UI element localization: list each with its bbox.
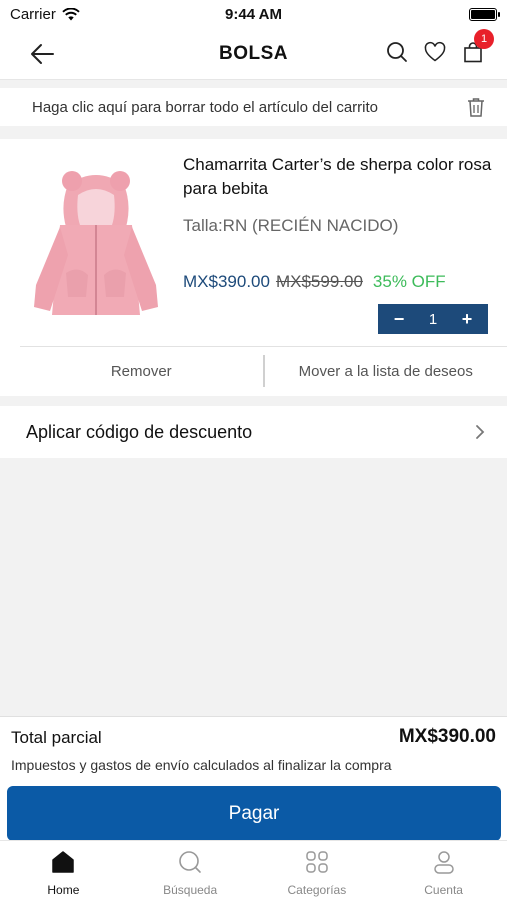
subtotal-value: MX$390.00 — [398, 726, 496, 747]
product-size: Talla:RN (RECIÉN NACIDO) — [183, 216, 399, 235]
search-icon[interactable] — [385, 40, 409, 64]
discount-code-row[interactable]: Aplicar código de descuento — [0, 406, 507, 458]
user-icon — [433, 851, 454, 874]
tab-bar: Home Búsqueda Categorías Cuenta — [0, 840, 507, 900]
wifi-icon — [62, 7, 80, 20]
tab-label: Categorías — [287, 883, 347, 897]
current-price: MX$390.00 — [183, 272, 270, 291]
tab-account[interactable]: Cuenta — [380, 841, 507, 900]
discount-badge: 35% OFF — [372, 272, 446, 291]
heart-icon[interactable] — [423, 40, 447, 64]
clear-cart-label: Haga clic aquí para borrar todo el artíc… — [32, 98, 379, 116]
page-title: BOLSA — [219, 42, 288, 64]
order-summary: Total parcial MX$390.00 Impuestos y gast… — [0, 716, 507, 841]
price-row: MX$390.00 MX$599.00 35% OFF — [183, 272, 446, 292]
tab-label: Cuenta — [424, 883, 463, 897]
discount-code-label: Aplicar código de descuento — [26, 421, 253, 442]
cart-button[interactable]: 1 — [461, 29, 494, 64]
grid-icon — [306, 851, 328, 873]
back-arrow-icon[interactable] — [28, 40, 56, 68]
chevron-right-icon — [476, 425, 485, 439]
subtotal-label: Total parcial — [11, 728, 102, 747]
tab-search[interactable]: Búsqueda — [127, 841, 254, 900]
pay-button[interactable]: Pagar — [7, 786, 501, 841]
cart-count-badge: 1 — [474, 29, 494, 49]
tax-note: Impuestos y gastos de envío calculados a… — [11, 757, 392, 773]
header: BOLSA 1 — [0, 28, 507, 80]
quantity-value: 1 — [428, 310, 438, 328]
product-name[interactable]: Chamarrita Carter’s de sherpa color rosa… — [183, 153, 503, 201]
original-price: MX$599.00 — [275, 272, 363, 291]
item-actions: Remover Mover a la lista de deseos — [20, 347, 507, 395]
carrier-label: Carrier — [10, 5, 56, 23]
tab-home[interactable]: Home — [0, 841, 127, 900]
status-bar: Carrier 9:44 AM — [0, 0, 507, 28]
trash-icon[interactable] — [467, 97, 485, 117]
decrement-button[interactable]: − — [390, 309, 408, 330]
cart-item-card: Chamarrita Carter’s de sherpa color rosa… — [0, 139, 507, 396]
clear-cart-bar[interactable]: Haga clic aquí para borrar todo el artíc… — [0, 88, 507, 126]
increment-button[interactable]: + — [458, 309, 476, 330]
search-icon — [179, 851, 201, 873]
tab-label: Búsqueda — [163, 883, 218, 897]
tab-categories[interactable]: Categorías — [254, 841, 381, 900]
remove-button[interactable]: Remover — [20, 363, 263, 380]
product-image[interactable] — [28, 165, 164, 325]
quantity-stepper: − 1 + — [378, 304, 488, 334]
battery-icon — [469, 7, 500, 21]
home-icon — [52, 851, 75, 873]
move-to-wishlist-button[interactable]: Mover a la lista de deseos — [265, 363, 507, 380]
tab-label: Home — [47, 883, 80, 897]
